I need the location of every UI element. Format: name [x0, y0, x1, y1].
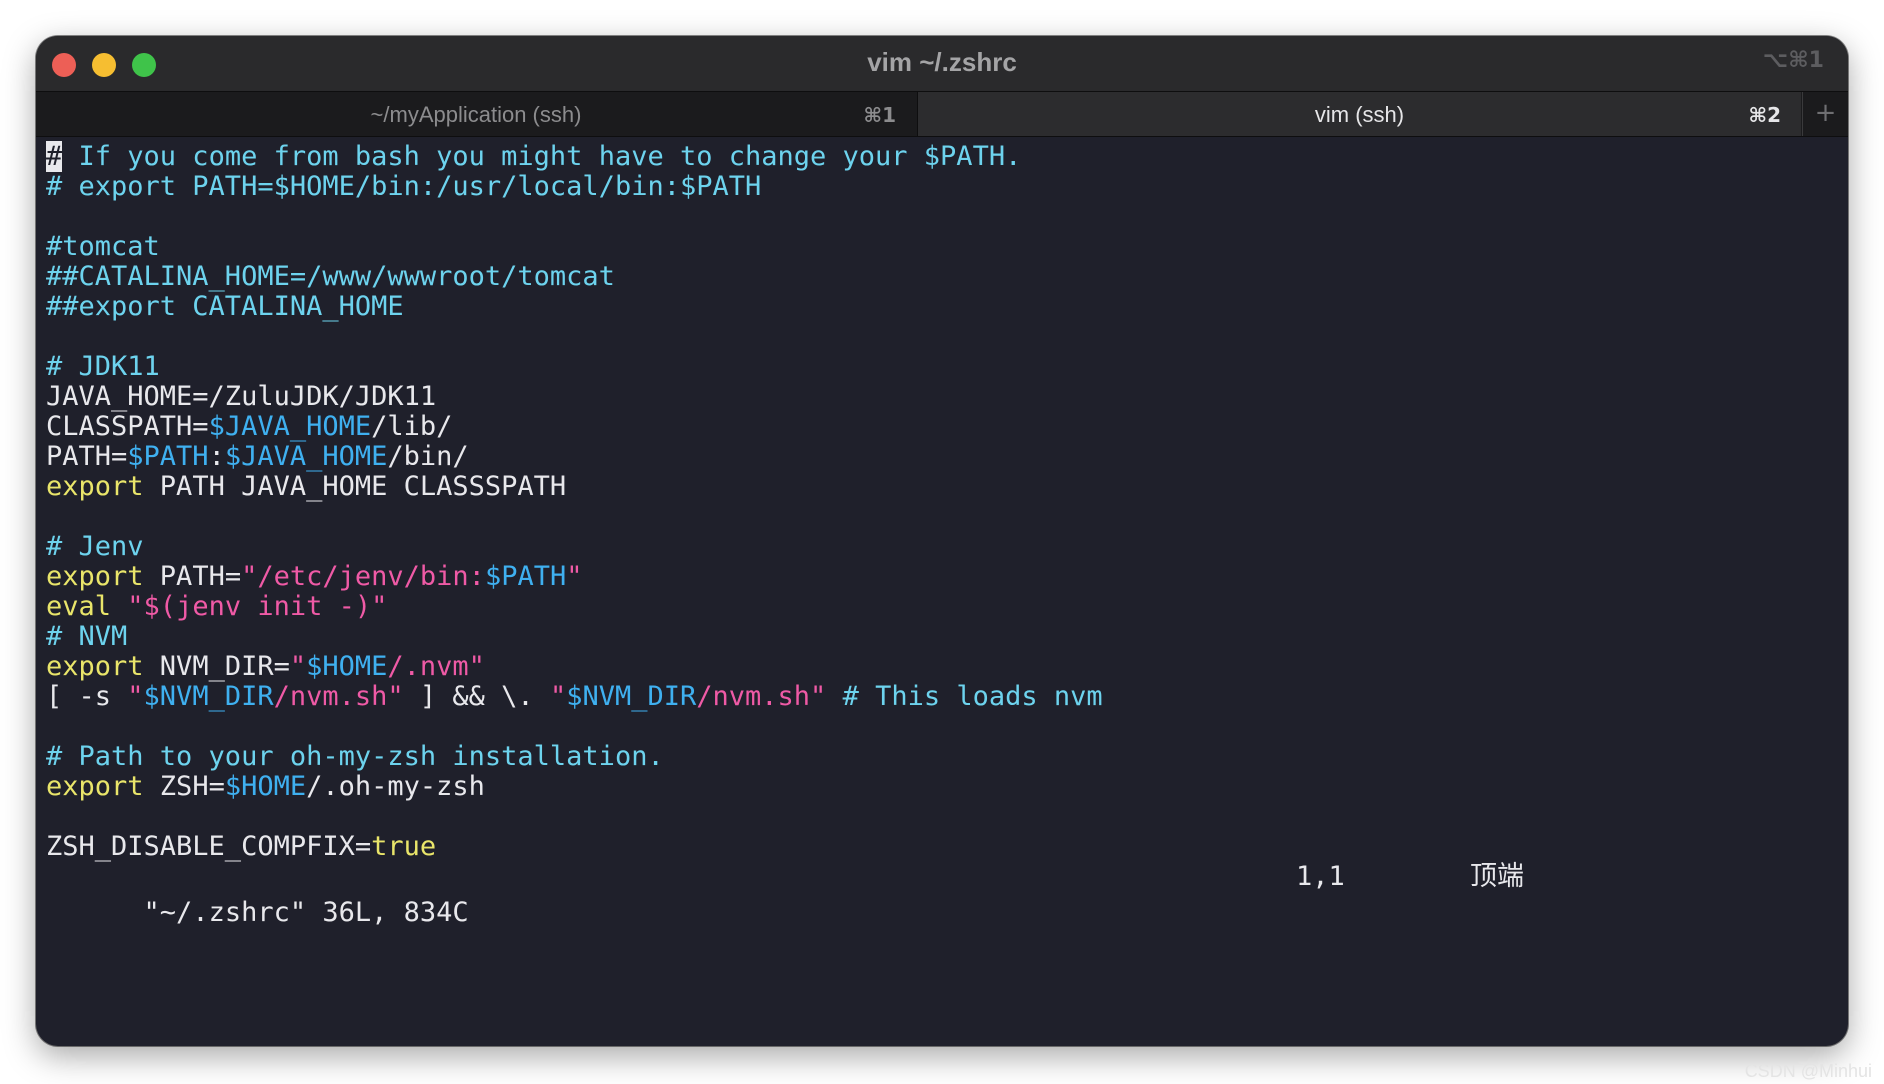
- code-token: export: [46, 471, 144, 502]
- code-token: /lib/: [371, 411, 453, 442]
- tab-vim[interactable]: vim (ssh) ⌘2: [917, 92, 1801, 136]
- code-token: eval: [46, 591, 112, 622]
- tab-shortcut: ⌘2: [1748, 103, 1781, 127]
- code-token: #tomcat: [46, 231, 160, 262]
- code-token: "$(jenv init -)": [127, 591, 388, 622]
- code-token: /.nvm": [387, 651, 485, 682]
- code-token: export: [46, 651, 144, 682]
- tab-bar: ~/myApplication (ssh) ⌘1 vim (ssh) ⌘2 +: [36, 91, 1848, 137]
- tab-my-application[interactable]: ~/myApplication (ssh) ⌘1: [36, 92, 916, 136]
- code-token: ] && \.: [403, 681, 550, 712]
- title-bar[interactable]: vim ~/.zshrc ⌥⌘1: [36, 36, 1848, 91]
- code-token: $HOME: [306, 651, 388, 682]
- code-token: ZSH_DISABLE_COMPFIX=: [46, 831, 372, 862]
- code-token: /nvm.sh": [273, 681, 404, 712]
- window-shortcut-label: ⌥⌘1: [1762, 48, 1824, 73]
- code-token: $HOME: [224, 771, 307, 802]
- plus-icon: +: [1814, 98, 1837, 128]
- code-token: export: [46, 771, 144, 802]
- code-line: [ -s "$NVM_DIR/nvm.sh" ] && \. "$NVM_DIR…: [46, 679, 1103, 715]
- code-token: true: [371, 831, 437, 862]
- code-line: export ZSH=$HOME/.oh-my-zsh: [46, 769, 485, 805]
- code-token: $NVM_DIR: [143, 681, 274, 712]
- code-line: export PATH JAVA_HOME CLASSSPATH: [46, 469, 566, 505]
- code-token: CLASSPATH=: [46, 411, 209, 442]
- code-token: /bin/: [387, 441, 469, 472]
- watermark: CSDN @Minhui: [1744, 1061, 1872, 1081]
- code-token: /.oh-my-zsh: [306, 771, 485, 802]
- code-line: ##export CATALINA_HOME: [46, 289, 404, 325]
- code-token: /nvm.sh": [696, 681, 827, 712]
- code-token: # Jenv: [46, 531, 144, 562]
- status-line: "~/.zshrc" 36L, 834C: [46, 859, 469, 928]
- code-token: ##CATALINA_HOME=/www/wwwroot/tomcat: [46, 261, 615, 292]
- new-tab-button[interactable]: +: [1802, 92, 1848, 136]
- code-token: NVM_DIR=: [143, 651, 290, 682]
- cursor-position: 1,1: [1296, 861, 1345, 892]
- code-token: # export PATH=$HOME/bin:/usr/local/bin:$…: [46, 171, 762, 202]
- window-title: vim ~/.zshrc: [867, 47, 1017, 77]
- terminal-window: vim ~/.zshrc ⌥⌘1 ~/myApplication (ssh) ⌘…: [36, 36, 1848, 1046]
- code-token: $JAVA_HOME: [224, 441, 388, 472]
- code-token: # NVM: [46, 621, 128, 652]
- code-token: [ -s: [46, 681, 128, 712]
- code-token: ": [289, 651, 307, 682]
- code-token: ##export CATALINA_HOME: [46, 291, 404, 322]
- scroll-position: 顶端: [1470, 861, 1524, 892]
- code-token: If you come from bash you might have to …: [62, 141, 1022, 172]
- code-token: ZSH=: [143, 771, 225, 802]
- code-token: # JDK11: [46, 351, 160, 382]
- code-token: ": [549, 681, 567, 712]
- status-file-info: "~/.zshrc" 36L, 834C: [143, 897, 469, 928]
- code-token: $JAVA_HOME: [208, 411, 372, 442]
- code-token: PATH=: [46, 441, 128, 472]
- code-token: $PATH: [127, 441, 209, 472]
- text-cursor: #: [46, 141, 63, 172]
- tab-label: ~/myApplication (ssh): [370, 102, 582, 127]
- code-token: export: [46, 561, 144, 592]
- code-token: :: [208, 441, 225, 472]
- code-token: ": [566, 561, 583, 592]
- code-token: # Path to your oh-my-zsh installation.: [46, 741, 664, 772]
- code-token: $PATH: [484, 561, 567, 592]
- code-token: $NVM_DIR: [566, 681, 697, 712]
- code-token: # This loads nvm: [842, 681, 1103, 712]
- code-token: PATH=: [143, 561, 242, 592]
- code-token: JAVA_HOME=/ZuluJDK/JDK11: [46, 381, 437, 412]
- tab-shortcut: ⌘1: [863, 103, 896, 127]
- code-token: ": [127, 681, 144, 712]
- code-token: "/etc/jenv/bin:: [241, 561, 485, 592]
- code-line: # export PATH=$HOME/bin:/usr/local/bin:$…: [46, 169, 761, 205]
- code-token: PATH JAVA_HOME CLASSSPATH: [143, 471, 567, 502]
- tab-label: vim (ssh): [1314, 102, 1405, 127]
